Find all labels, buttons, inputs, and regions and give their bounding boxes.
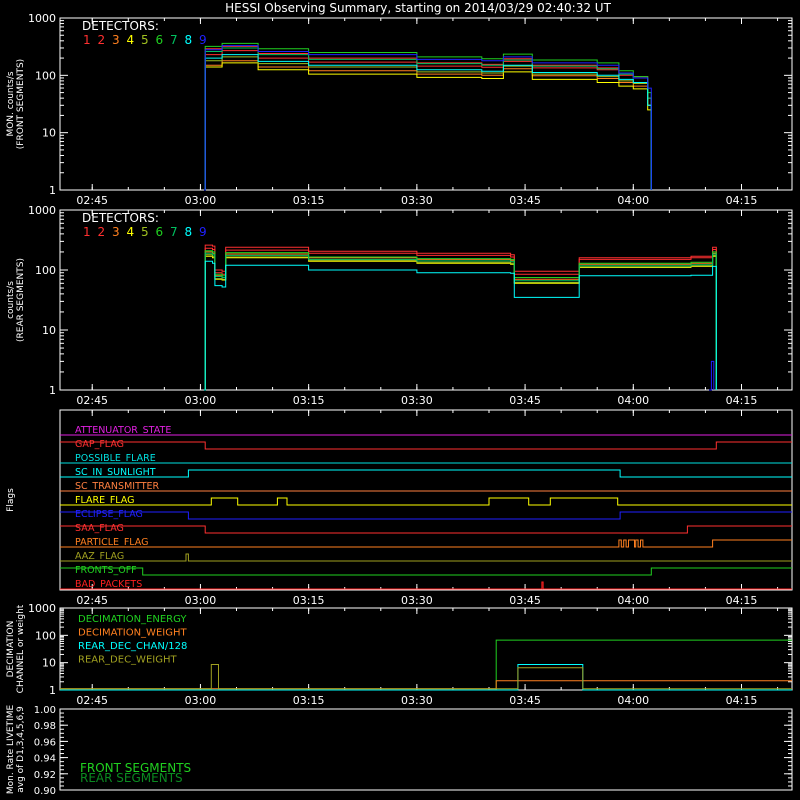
- front-panel-time-tick-label: 03:15: [293, 194, 325, 207]
- livetime-y-tick-label: 0.98: [34, 721, 56, 732]
- decimation-y-tick-label: 1: [49, 684, 56, 697]
- flag-flare-flag-label: FLARE_FLAG: [75, 495, 135, 506]
- rear-panel-time-tick-label: 03:45: [509, 394, 541, 407]
- decimation-y-tick-label: 100: [35, 629, 56, 642]
- flag-possible-flare-label: POSSIBLE_FLARE: [75, 453, 156, 464]
- flag-gap-flag-label: GAP_FLAG: [75, 439, 124, 450]
- flags-panel-time-tick-label: 03:30: [401, 594, 433, 607]
- rear-y-tick-label: 10: [42, 324, 56, 337]
- decimation-legend-rear-dec-weight: REAR_DEC_WEIGHT: [78, 655, 177, 666]
- detector-number-5: 5: [141, 33, 149, 47]
- front-panel-y-axis-label: MON. counts/s: [6, 71, 16, 136]
- flag-fronts-off-label: FRONTS_OFF: [75, 565, 137, 576]
- decimation-panel-time-tick-label: 03:00: [185, 694, 217, 707]
- flag-sc-in-sunlight-label: SC_IN_SUNLIGHT: [75, 467, 156, 478]
- detector-number-6: 6: [156, 225, 164, 239]
- decimation-y-tick-label: 1000: [28, 602, 56, 615]
- figure-title: HESSI Observing Summary, starting on 201…: [225, 1, 611, 15]
- decimation-y-tick-label: 10: [42, 657, 56, 670]
- rear-y-tick-label: 1: [49, 384, 56, 397]
- flag-eclipse-flag-label: ECLIPSE_FLAG: [75, 509, 143, 520]
- decimation-panel-time-tick-label: 03:30: [401, 694, 433, 707]
- livetime-panel-y-axis-label: avg of D1,3,4,5,6,9: [16, 706, 26, 793]
- front-panel-time-tick-label: 03:00: [185, 194, 217, 207]
- front-y-tick-label: 10: [42, 127, 56, 140]
- front-panel-time-tick-label: 02:45: [76, 194, 108, 207]
- front-panel-time-tick-label: 04:15: [726, 194, 758, 207]
- flags-panel-y-axis-label: Flags: [6, 488, 16, 512]
- rear-panel-time-tick-label: 03:00: [185, 394, 217, 407]
- detector-number-6: 6: [156, 33, 164, 47]
- flags-panel-time-tick-label: 03:45: [509, 594, 541, 607]
- flag-particle-flag-label: PARTICLE_FLAG: [75, 537, 148, 548]
- observing-summary-figure: HESSI Observing Summary, starting on 201…: [0, 0, 800, 800]
- decimation-panel-time-tick-label: 02:45: [76, 694, 108, 707]
- decimation-panel-y-axis-label: CHANNEL or weight: [16, 604, 26, 693]
- detector-number-7: 7: [170, 33, 178, 47]
- decimation-legend-decimation-weight: DECIMATION_WEIGHT: [78, 628, 187, 639]
- flags-panel-time-tick-label: 03:00: [185, 594, 217, 607]
- decimation-panel-time-tick-label: 04:00: [617, 694, 649, 707]
- flag-attenuator-state-label: ATTENUATOR_STATE: [75, 425, 171, 436]
- flag-saa-flag-label: SAA_FLAG: [75, 523, 124, 534]
- detector-number-8: 8: [185, 225, 193, 239]
- detector-number-3: 3: [112, 33, 120, 47]
- figure-background: [0, 0, 800, 800]
- detector-number-4: 4: [127, 33, 135, 47]
- detector-number-5: 5: [141, 225, 149, 239]
- flags-panel-time-tick-label: 02:45: [76, 594, 108, 607]
- detector-number-9: 9: [199, 33, 207, 47]
- detector-number-2: 2: [98, 33, 106, 47]
- livetime-y-tick-label: 0.90: [34, 786, 56, 797]
- detector-number-9: 9: [199, 225, 207, 239]
- rear-y-tick-label: 1000: [28, 204, 56, 217]
- front-y-tick-label: 1000: [28, 12, 56, 25]
- flag-bad-packets-label: BAD_PACKETS: [75, 579, 142, 590]
- flags-panel-time-tick-label: 03:15: [293, 594, 325, 607]
- flags-panel-time-tick-label: 04:15: [726, 594, 758, 607]
- livetime-y-tick-label: 0.94: [34, 754, 56, 765]
- detector-number-2: 2: [98, 225, 106, 239]
- detectors-label: DETECTORS:: [82, 211, 159, 225]
- livetime-panel-y-axis-label: Mon. Rate LIVETIME: [6, 705, 16, 795]
- rear-panel-y-axis-label: (REAR SEGMENTS): [16, 258, 26, 342]
- livetime-y-tick-label: 0.96: [34, 737, 56, 748]
- front-panel-y-axis-label: (FRONT SEGMENTS): [16, 59, 26, 149]
- detector-number-8: 8: [185, 33, 193, 47]
- front-panel-time-tick-label: 04:00: [617, 194, 649, 207]
- decimation-panel-time-tick-label: 03:15: [293, 694, 325, 707]
- decimation-legend-decimation-energy: DECIMATION_ENERGY: [78, 614, 187, 625]
- rear-y-tick-label: 100: [35, 264, 56, 277]
- livetime-y-tick-label: 0.92: [34, 770, 56, 781]
- front-y-tick-label: 100: [35, 69, 56, 82]
- rear-panel-time-tick-label: 04:15: [726, 394, 758, 407]
- detector-number-1: 1: [83, 225, 91, 239]
- livetime-y-tick-label: 1.00: [34, 705, 56, 716]
- front-panel-time-tick-label: 03:30: [401, 194, 433, 207]
- rear-panel-time-tick-label: 04:00: [617, 394, 649, 407]
- rear-panel-time-tick-label: 03:15: [293, 394, 325, 407]
- flag-sc-transmitter-label: SC_TRANSMITTER: [75, 481, 160, 492]
- flags-panel-time-tick-label: 04:00: [617, 594, 649, 607]
- detectors-label: DETECTORS:: [82, 19, 159, 33]
- rear-panel-time-tick-label: 03:30: [401, 394, 433, 407]
- detector-number-4: 4: [127, 225, 135, 239]
- decimation-legend-rear-dec-chan-128: REAR_DEC_CHAN/128: [78, 641, 187, 652]
- decimation-panel-time-tick-label: 03:45: [509, 694, 541, 707]
- front-panel-time-tick-label: 03:45: [509, 194, 541, 207]
- decimation-panel-time-tick-label: 04:15: [726, 694, 758, 707]
- decimation-panel-y-axis-label: DECIMATION: [6, 621, 16, 678]
- detector-number-1: 1: [83, 33, 91, 47]
- flag-aaz-flag-label: AAZ_FLAG: [75, 551, 124, 562]
- livetime-legend-rear-segments: REAR SEGMENTS: [80, 771, 183, 785]
- rear-panel-time-tick-label: 02:45: [76, 394, 108, 407]
- detector-number-7: 7: [170, 225, 178, 239]
- rear-panel-y-axis-label: counts/s: [6, 281, 16, 319]
- detector-number-3: 3: [112, 225, 120, 239]
- front-y-tick-label: 1: [49, 184, 56, 197]
